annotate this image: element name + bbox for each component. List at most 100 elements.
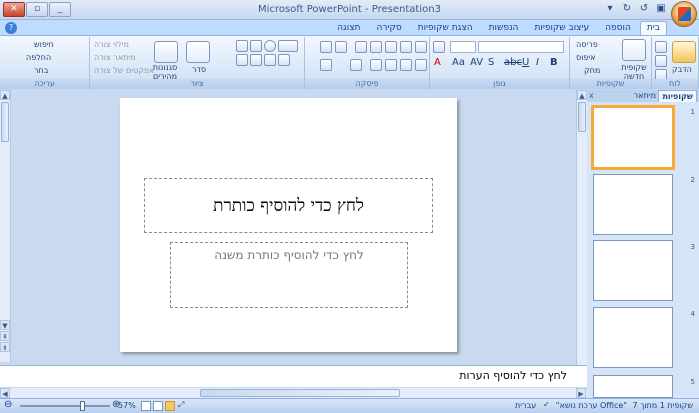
layout-button[interactable]: פריסה [576, 40, 598, 49]
select-button[interactable]: בחר [34, 66, 48, 75]
slide-number: 1 [690, 108, 695, 116]
shape-block-arrow-icon[interactable] [264, 54, 276, 66]
increase-indent-icon[interactable] [370, 41, 382, 53]
text-direction-icon[interactable] [320, 59, 332, 71]
zoom-in-icon[interactable]: ⊕ [112, 399, 120, 410]
scroll-up-icon[interactable]: ▲ [0, 90, 10, 100]
main-vertical-scrollbar[interactable]: ▲ ▼ ⇞ ⇟ [0, 90, 11, 362]
notes-pane[interactable]: לחץ כדי להוסיף הערות [0, 365, 587, 387]
shape-fill-button[interactable]: מילוי צורה [94, 40, 129, 49]
font-size-combo[interactable] [450, 41, 476, 53]
subtitle-placeholder[interactable]: לחץ כדי להוסיף כותרת משנה [170, 242, 408, 308]
zoom-out-icon[interactable]: ⊖ [4, 399, 12, 410]
tab-animations[interactable]: הנפשות [482, 21, 526, 36]
panel-scroll-up-icon[interactable]: ▲ [577, 90, 587, 100]
align-center-icon[interactable] [400, 59, 412, 71]
spellcheck-icon[interactable]: ✓ [543, 400, 550, 409]
cut-icon[interactable] [655, 41, 667, 53]
font-color-icon[interactable]: A [434, 57, 441, 68]
slide-thumbnail[interactable] [593, 174, 673, 235]
align-left-icon[interactable] [385, 59, 397, 71]
slide-canvas[interactable]: לחץ כדי להוסיף כותרת לחץ כדי להוסיף כותר… [120, 98, 457, 352]
replace-button[interactable]: החלפה [26, 53, 51, 62]
undo-icon[interactable]: ↺ [638, 3, 650, 15]
change-case-icon[interactable]: Aa [452, 57, 465, 68]
shape-triangle-icon[interactable] [278, 54, 290, 66]
language[interactable]: עברית [515, 401, 536, 410]
save-icon[interactable]: ▣ [655, 3, 667, 15]
delete-button[interactable]: מחק [584, 66, 600, 75]
underline-icon[interactable]: U [522, 57, 529, 68]
shape-effects-button[interactable]: אפקטים של צורה [94, 66, 154, 75]
zoom-level[interactable]: 57% [118, 401, 136, 410]
slide-thumbnail[interactable] [593, 307, 673, 368]
copy-icon[interactable] [655, 55, 667, 67]
decrease-indent-icon[interactable] [385, 41, 397, 53]
slide-thumbnail[interactable] [593, 375, 673, 398]
tab-home[interactable]: בית [639, 21, 667, 36]
panel-scroll-thumb[interactable] [578, 102, 586, 132]
ltr-icon[interactable] [320, 41, 332, 53]
scroll-left-icon[interactable]: ◀ [0, 388, 10, 398]
qat-dropdown-icon[interactable]: ▾ [604, 3, 616, 15]
shape-star-icon[interactable] [236, 54, 248, 66]
italic-icon[interactable]: I [536, 57, 539, 68]
office-button[interactable] [671, 1, 697, 27]
slide-thumbnail[interactable] [593, 240, 673, 301]
normal-view-icon[interactable] [165, 401, 175, 411]
find-button[interactable]: חיפוש [34, 40, 54, 49]
paste-button[interactable]: הדבק [672, 65, 692, 74]
shape-line-icon[interactable] [250, 40, 262, 52]
shape-curve-icon[interactable] [250, 54, 262, 66]
columns-icon[interactable] [350, 59, 362, 71]
help-icon[interactable]: ? [5, 22, 17, 34]
next-slide-icon[interactable]: ⇟ [0, 342, 10, 352]
slideshow-view-icon[interactable] [141, 401, 151, 411]
zoom-slider[interactable] [20, 405, 110, 407]
slide-sorter-icon[interactable] [153, 401, 163, 411]
tab-design[interactable]: עיצוב שקופיות [527, 21, 596, 36]
panel-close-icon[interactable]: x [589, 91, 594, 100]
numbering-icon[interactable] [400, 41, 412, 53]
arrange-icon[interactable] [186, 41, 210, 63]
scroll-thumb[interactable] [1, 102, 9, 142]
arrange-button[interactable]: סדר [192, 65, 206, 74]
grow-font-icon[interactable] [433, 41, 445, 53]
quick-styles-icon[interactable] [154, 41, 178, 63]
justify-icon[interactable] [370, 59, 382, 71]
shape-outline-button[interactable]: מיתאר צורה [94, 53, 136, 62]
font-name-combo[interactable] [478, 41, 564, 53]
scroll-right-icon[interactable]: ▶ [576, 388, 586, 398]
new-slide-icon[interactable] [622, 39, 646, 61]
notes-placeholder[interactable]: לחץ כדי להוסיף הערות [459, 369, 567, 382]
bullets-icon[interactable] [415, 41, 427, 53]
prev-slide-icon[interactable]: ⇞ [0, 331, 10, 341]
bold-icon[interactable]: B [550, 57, 558, 68]
redo-icon[interactable]: ↻ [621, 3, 633, 15]
shape-arrow-icon[interactable] [236, 40, 248, 52]
title-placeholder[interactable]: לחץ כדי להוסיף כותרת [144, 178, 433, 233]
tab-slides[interactable]: שקופיות [658, 90, 697, 102]
tab-review[interactable]: סקירה [369, 21, 408, 36]
strikethrough-icon[interactable]: abc [504, 57, 522, 68]
reset-button[interactable]: איפוס [576, 53, 596, 62]
tab-slideshow[interactable]: הצגת שקופיות [411, 21, 480, 36]
spacing-icon[interactable]: AV [470, 57, 483, 68]
shadow-icon[interactable]: S [488, 57, 494, 68]
align-right-icon[interactable] [415, 59, 427, 71]
line-spacing-icon[interactable] [355, 41, 367, 53]
zoom-slider-knob[interactable] [80, 401, 85, 411]
tab-view[interactable]: תצוגה [330, 21, 367, 36]
scroll-down-icon[interactable]: ▼ [0, 320, 10, 330]
hscroll-thumb[interactable] [200, 389, 400, 397]
paste-icon[interactable] [672, 41, 696, 63]
panel-scrollbar[interactable]: ▲ ▼ [576, 90, 587, 398]
shape-oval-icon[interactable] [264, 40, 276, 52]
shape-rectangle-icon[interactable] [278, 40, 298, 52]
horizontal-scrollbar[interactable]: ◀ ▶ [0, 388, 587, 398]
tab-insert[interactable]: הוספה [598, 21, 638, 36]
slide-thumbnail[interactable] [591, 105, 675, 170]
rtl-icon[interactable] [335, 41, 347, 53]
fit-to-window-icon[interactable]: ⤢ [178, 400, 184, 410]
tab-outline[interactable]: מיתאר [631, 90, 659, 102]
